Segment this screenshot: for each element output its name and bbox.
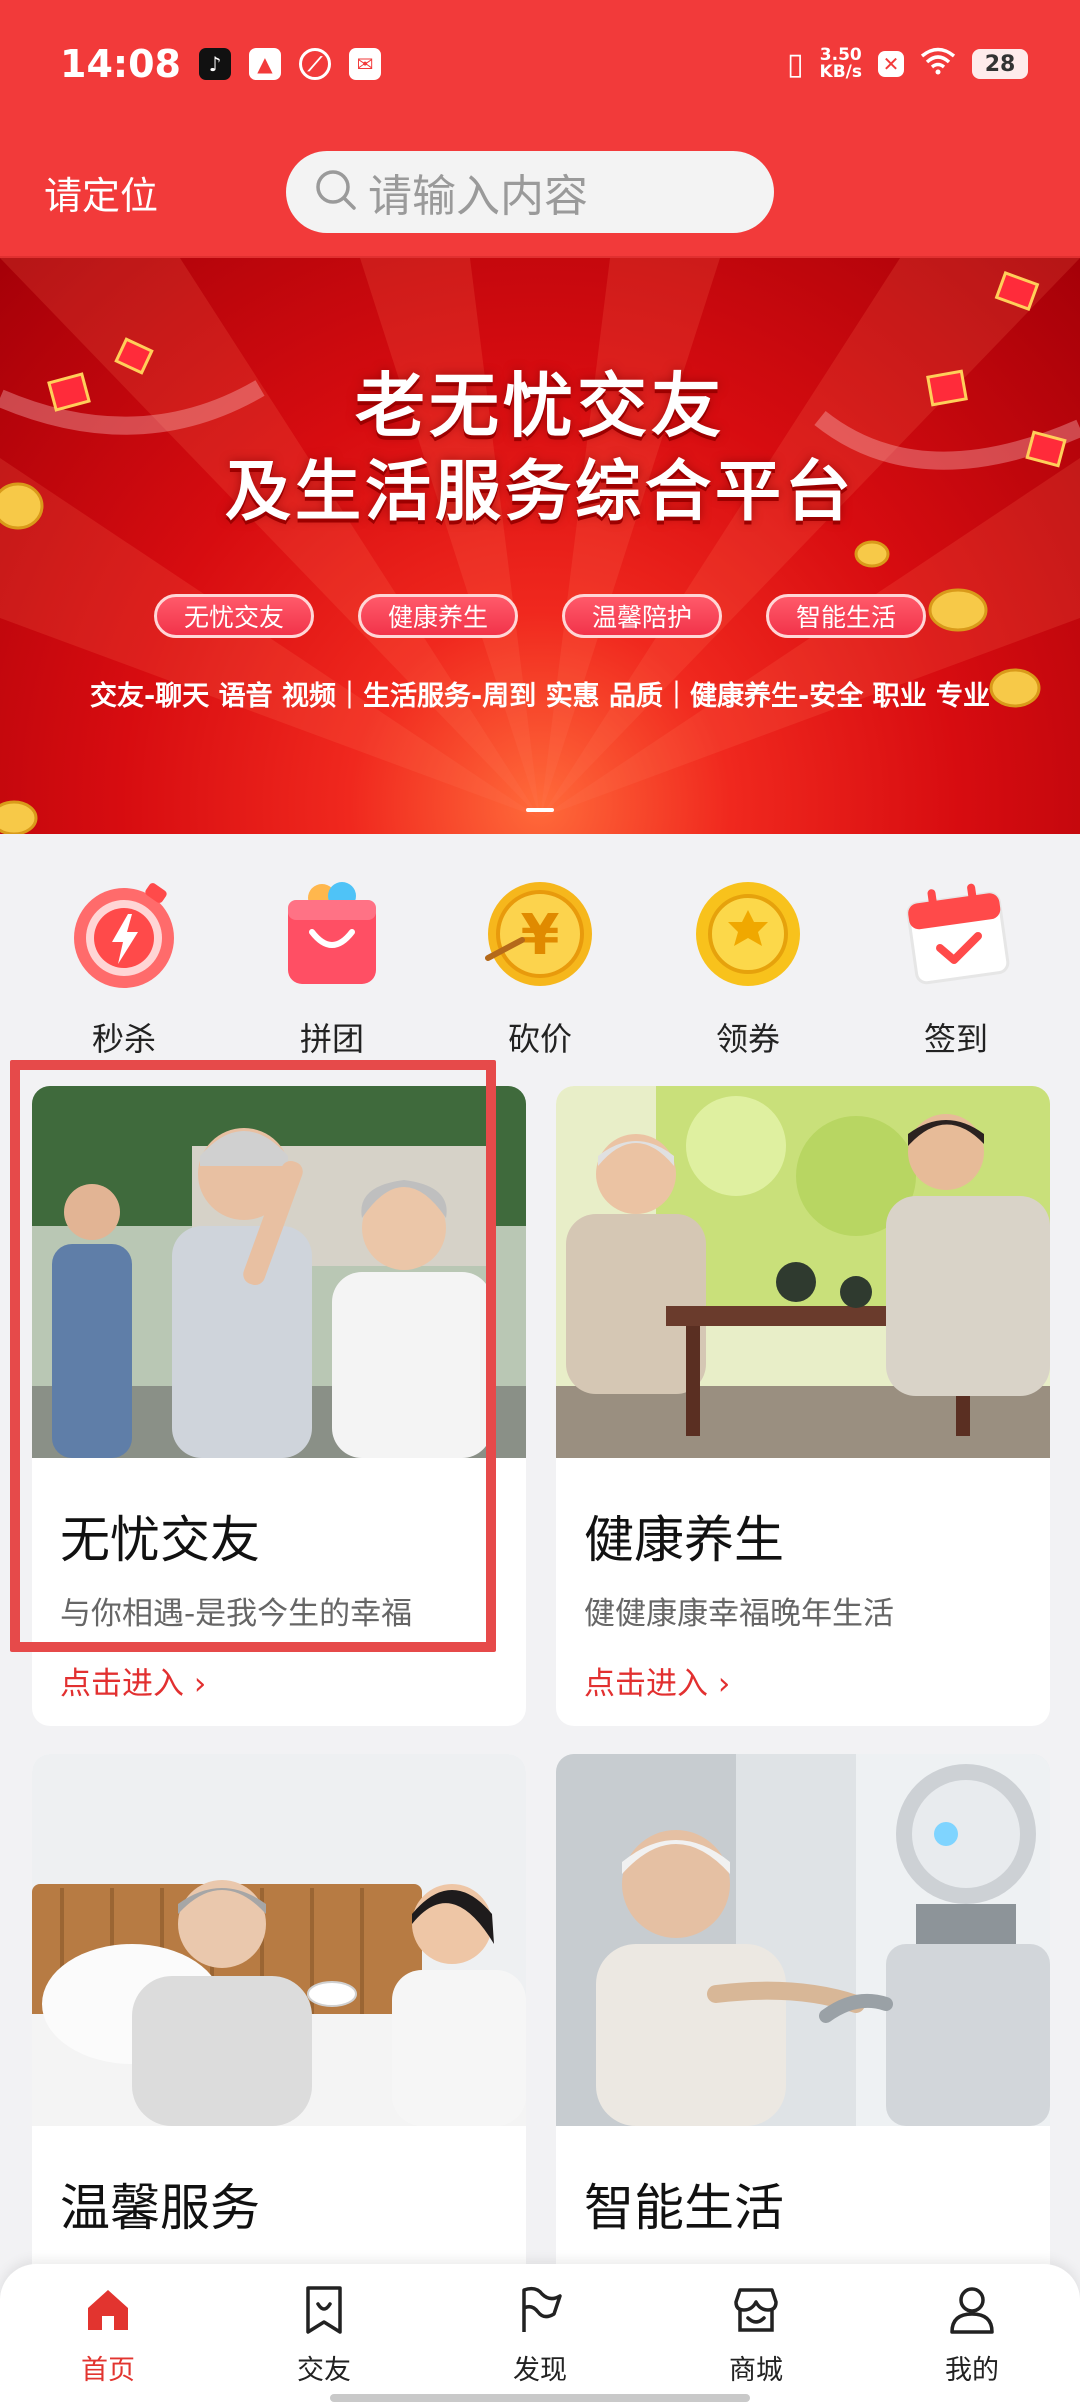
user-icon <box>946 2284 998 2340</box>
network-speed: 3.50 KB/s <box>819 45 862 82</box>
status-time: 14:08 <box>60 42 181 86</box>
banner-tag: 健康养生 <box>358 594 518 638</box>
quick-actions: 秒杀 拼团 ¥ 砍价 领券 签到 <box>0 834 1080 1064</box>
card-image-tea-drinking <box>556 1086 1050 1458</box>
capsule-notification-icon: ⟋ <box>298 48 331 80</box>
wifi-icon <box>920 47 956 81</box>
banner-tags: 无忧交友 健康养生 温馨陪护 智能生活 <box>0 594 1080 638</box>
tab-label: 商城 <box>729 2355 783 2386</box>
no-sim-icon: ✕ <box>878 51 904 77</box>
quick-action-label: 领券 <box>715 1020 780 1058</box>
store-icon <box>730 2284 782 2340</box>
tab-discover[interactable]: 发现 <box>470 2284 610 2408</box>
quick-action-label: 秒杀 <box>91 1020 156 1058</box>
tab-store[interactable]: 商城 <box>686 2284 826 2408</box>
flag-icon <box>514 2284 566 2340</box>
card-title: 健康养生 <box>584 1511 784 1569</box>
battery-indicator: 28 <box>972 49 1028 79</box>
banner-tag: 温馨陪护 <box>562 594 722 638</box>
card-friendship[interactable]: 无忧交友 与你相遇-是我今生的幸福 点击进入 › <box>32 1086 526 1726</box>
locate-button[interactable]: 请定位 <box>44 165 244 220</box>
card-image-dancing-couple <box>32 1086 526 1458</box>
chevron-right-icon: › <box>193 1666 207 1702</box>
banner-tag: 无忧交友 <box>154 594 314 638</box>
banner-subtitle: 交友-聊天 语音 视频｜生活服务-周到 实惠 品质｜健康养生-安全 职业 专业 <box>89 681 991 712</box>
banner-title-line1: 老无忧交友 <box>355 365 725 447</box>
card-title: 智能生活 <box>584 2179 784 2237</box>
shopping-bag-icon <box>274 876 390 996</box>
card-health[interactable]: 健康养生 健健康康幸福晚年生活 点击进入 › <box>556 1086 1050 1726</box>
banner-tag: 智能生活 <box>766 594 926 638</box>
flash-sale-icon <box>66 876 182 996</box>
status-bar: 14:08 ♪ ▲ ⟋ ✉ ▯ 3.50 KB/s ✕ 28 <box>0 0 1080 128</box>
message-notification-icon: ✉ <box>348 48 381 80</box>
home-icon <box>82 2284 134 2340</box>
home-indicator <box>330 2394 750 2402</box>
card-title: 温馨服务 <box>60 2179 260 2237</box>
search-icon <box>312 166 360 218</box>
tab-label: 首页 <box>81 2355 135 2386</box>
promo-banner[interactable]: 老无忧交友 及生活服务综合平台 无忧交友 健康养生 温馨陪护 智能生活 交友-聊… <box>0 258 1080 834</box>
card-image-robot <box>556 1754 1050 2126</box>
vibrate-icon: ▯ <box>787 46 804 82</box>
quick-action-label: 签到 <box>923 1020 988 1058</box>
card-enter-link[interactable]: 点击进入 › <box>60 1658 206 1703</box>
tab-profile[interactable]: 我的 <box>902 2284 1042 2408</box>
app-notification-icon: ▲ <box>248 48 281 80</box>
heart-bookmark-icon <box>298 2284 350 2340</box>
tab-label: 我的 <box>945 2355 999 2386</box>
card-title: 无忧交友 <box>60 1511 260 1569</box>
search-input[interactable]: 请输入内容 <box>286 151 774 233</box>
calendar-check-icon <box>898 876 1014 996</box>
card-subtitle: 健健康康幸福晚年生活 <box>584 1596 894 1632</box>
bottom-tab-bar: 首页 交友 发现 商城 我的 <box>0 2264 1080 2408</box>
quick-action-label: 拼团 <box>299 1020 364 1058</box>
card-image-caregiver <box>32 1754 526 2126</box>
yuan-coin-icon: ¥ <box>482 876 598 996</box>
banner-background <box>0 258 1080 834</box>
tab-friends[interactable]: 交友 <box>254 2284 394 2408</box>
search-placeholder: 请输入内容 <box>368 171 588 222</box>
quick-action-bargain[interactable]: ¥ 砍价 <box>460 834 620 1064</box>
tab-label: 交友 <box>297 2355 351 2386</box>
quick-action-coupon[interactable]: 领券 <box>668 834 828 1064</box>
banner-title-line2: 及生活服务综合平台 <box>225 453 855 530</box>
card-enter-link[interactable]: 点击进入 › <box>584 1658 730 1703</box>
tab-label: 发现 <box>513 2355 567 2386</box>
chevron-right-icon: › <box>717 1666 731 1702</box>
coupon-coin-icon <box>690 876 806 996</box>
tiktok-notification-icon: ♪ <box>198 48 231 80</box>
tab-home[interactable]: 首页 <box>38 2284 178 2408</box>
svg-text:¥: ¥ <box>521 903 560 968</box>
quick-action-label: 砍价 <box>507 1020 572 1058</box>
quick-action-group-buy[interactable]: 拼团 <box>252 834 412 1064</box>
quick-action-flash-sale[interactable]: 秒杀 <box>44 834 204 1064</box>
quick-action-checkin[interactable]: 签到 <box>876 834 1036 1064</box>
card-subtitle: 与你相遇-是我今生的幸福 <box>60 1596 413 1632</box>
top-header: 请定位 请输入内容 <box>0 128 1080 258</box>
carousel-indicator <box>526 808 554 812</box>
